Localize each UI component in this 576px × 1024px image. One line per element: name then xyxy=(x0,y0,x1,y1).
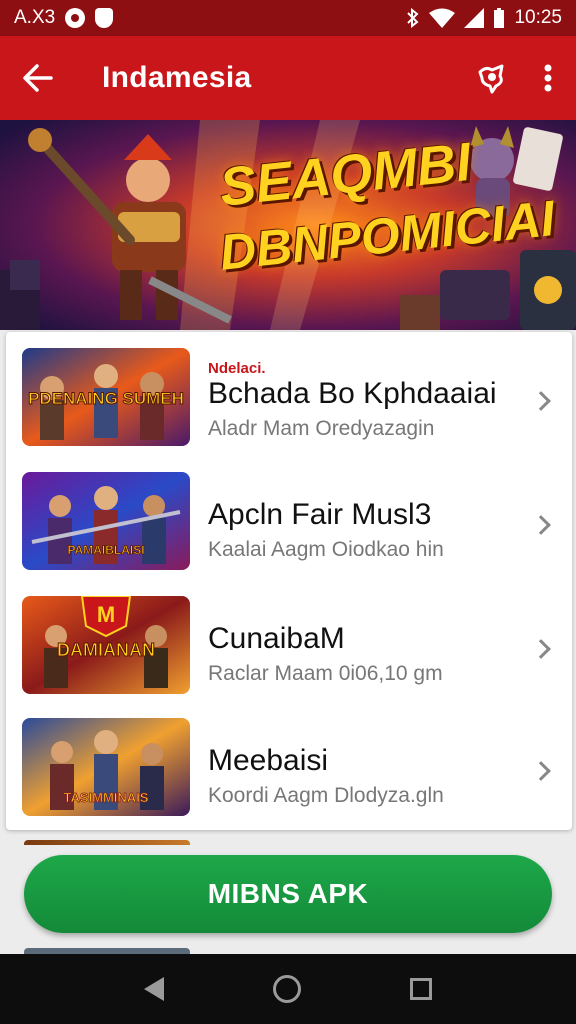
game-thumbnail: PDENAING SUMEH xyxy=(22,348,190,446)
share-icon xyxy=(478,64,504,94)
download-apk-button[interactable]: MIBNS APK xyxy=(24,855,552,933)
nav-home-icon[interactable] xyxy=(272,975,301,1003)
chevron-right-icon xyxy=(531,761,551,781)
thumbnail-text-4: TASIMMINAIS xyxy=(64,790,149,805)
chevron-right-icon xyxy=(531,391,551,411)
status-bar: A.X3 10:25 xyxy=(0,0,576,36)
list-item-tag: Ndelaci. xyxy=(208,360,266,377)
list-item-title: Meebaisi xyxy=(208,744,329,777)
list-item-text: Meebaisi Koordi Aagm Dlodyza.gln xyxy=(208,744,444,808)
list-item-subtitle: Aladr Mam Oredyazagin xyxy=(208,417,435,440)
list-item-text: Apcln Fair Musl3 Kaalai Aagm Oiodkao hin xyxy=(208,498,444,562)
hero-banner[interactable]: SEAQMBI DBNPOMICIAI xyxy=(0,120,576,330)
more-options-button[interactable] xyxy=(520,36,576,120)
list-item-title: Bchada Bo Kphdaaiai xyxy=(208,377,497,410)
shield-icon xyxy=(95,8,114,28)
nav-back-icon[interactable] xyxy=(144,977,165,1001)
chevron-right-icon xyxy=(531,639,551,659)
list-item[interactable]: PAMAIBLAISI Apcln Fair Musl3 Kaalai Aagm… xyxy=(6,456,572,580)
game-thumbnail: M DAMIANAN xyxy=(22,596,190,694)
status-time: 10:25 xyxy=(514,7,562,28)
game-list: PDENAING SUMEH Ndelaci. Bchada Bo Kphdaa… xyxy=(6,332,572,830)
bluetooth-icon xyxy=(407,8,419,28)
list-item-title: CunaibaM xyxy=(208,622,345,655)
thumbnail-text-2: PAMAIBLAISI xyxy=(67,543,144,557)
signal-icon xyxy=(464,8,485,28)
wifi-icon xyxy=(429,8,456,28)
arrow-left-icon xyxy=(23,64,53,92)
status-left: A.X3 xyxy=(14,7,114,29)
nav-recents-icon[interactable] xyxy=(409,978,432,1000)
list-item[interactable]: M DAMIANAN CunaibaM Raclar Maam 0i06,10 … xyxy=(6,580,572,704)
app-bar: Indamesia xyxy=(0,36,576,120)
more-vert-icon xyxy=(544,64,552,92)
status-right: 10:25 xyxy=(406,7,562,29)
app-title: Indamesia xyxy=(102,61,252,94)
game-thumbnail: PAMAIBLAISI xyxy=(22,472,190,570)
chevron-right-icon xyxy=(531,515,551,535)
game-thumbnail: TASIMMINAIS xyxy=(22,718,190,816)
status-left-text: A.X3 xyxy=(14,7,56,28)
list-item-text: CunaibaM Raclar Maam 0i06,10 gm xyxy=(208,622,443,686)
list-item-subtitle: Kaalai Aagm Oiodkao hin xyxy=(208,538,444,561)
svg-text:M: M xyxy=(97,602,115,627)
thumbnail-text-3: DAMIANAN xyxy=(57,640,155,660)
list-item-subtitle: Koordi Aagm Dlodyza.gln xyxy=(208,784,444,807)
list-item[interactable]: TASIMMINAIS Meebaisi Koordi Aagm Dlodyza… xyxy=(6,704,572,828)
back-button[interactable] xyxy=(0,36,76,120)
list-item-text: Ndelaci. Bchada Bo Kphdaaiai Aladr Mam O… xyxy=(208,360,497,441)
system-nav-bar xyxy=(0,954,576,1024)
list-item-subtitle: Raclar Maam 0i06,10 gm xyxy=(208,662,443,685)
share-button[interactable] xyxy=(464,36,520,120)
list-item-title: Apcln Fair Musl3 xyxy=(208,498,432,531)
list-item[interactable]: PDENAING SUMEH Ndelaci. Bchada Bo Kphdaa… xyxy=(6,332,572,456)
thumbnail-text-1: PDENAING SUMEH xyxy=(28,389,184,408)
circle-app-icon xyxy=(65,8,86,28)
banner-headline: SEAQMBI DBNPOMICIAI xyxy=(217,132,560,282)
battery-icon xyxy=(494,8,505,28)
